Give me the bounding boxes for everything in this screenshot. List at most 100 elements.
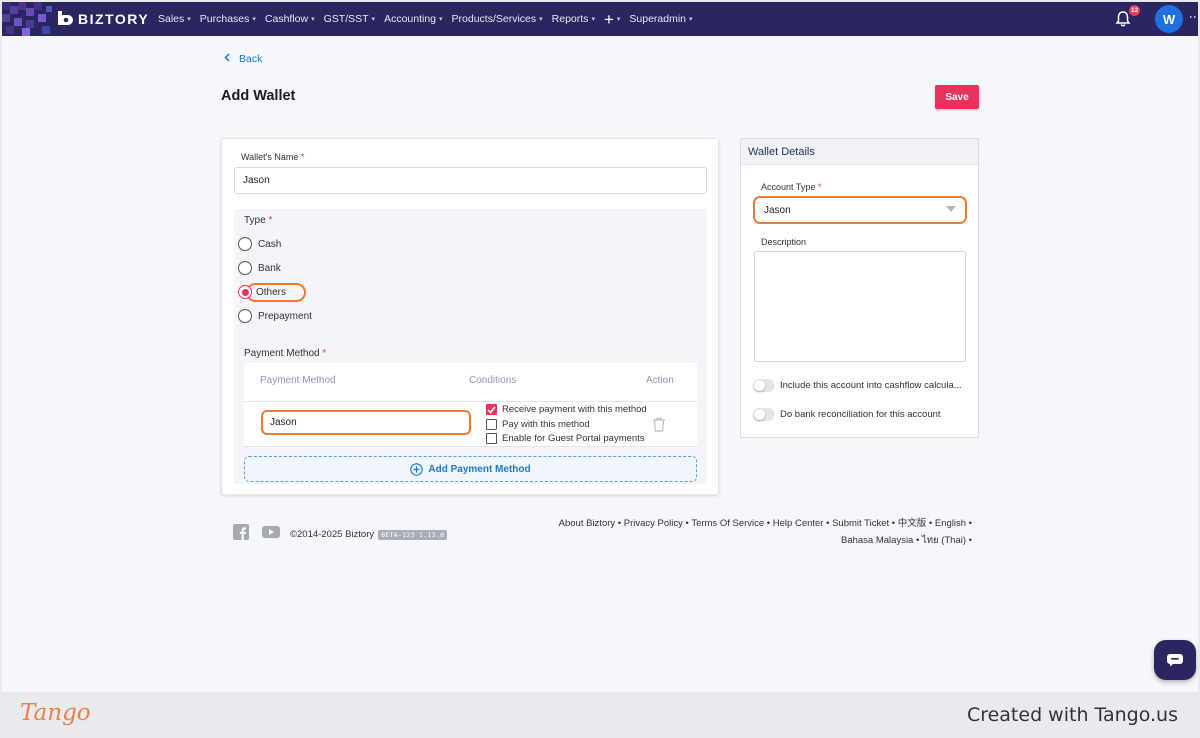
- toggle-row-bank-reconciliation[interactable]: Do bank reconciliation for this account: [753, 408, 941, 421]
- nav-quick-add[interactable]: + ▾: [604, 11, 620, 28]
- payment-method-table: Payment Method Conditions Action Jason R…: [244, 363, 697, 447]
- checkbox-receive-payment-checked[interactable]: [486, 404, 497, 415]
- more-vertical-icon[interactable]: ⋮: [1188, 11, 1198, 22]
- footer-link-malay[interactable]: Bahasa Malaysia: [841, 535, 913, 546]
- nav-purchases[interactable]: Purchases ▾: [200, 13, 256, 25]
- required-mark: *: [300, 152, 305, 162]
- back-label: Back: [239, 53, 263, 65]
- wallet-details-title: Wallet Details: [741, 139, 978, 165]
- column-header-payment-method: Payment Method: [260, 375, 336, 386]
- chevron-down-icon: ▾: [689, 16, 693, 23]
- required-mark: *: [322, 348, 327, 359]
- wallet-name-input[interactable]: Jason: [234, 167, 707, 194]
- tango-credit: Created with Tango.us: [966, 704, 1178, 726]
- type-option-label: Others: [256, 286, 287, 298]
- radio-bank[interactable]: [238, 261, 252, 275]
- checkbox-pay-with-method[interactable]: [486, 419, 497, 430]
- type-option-cash[interactable]: Cash: [238, 237, 281, 251]
- add-payment-method-button[interactable]: Add Payment Method: [244, 456, 697, 482]
- condition-receive-payment[interactable]: Receive payment with this method: [486, 404, 647, 415]
- required-mark: *: [817, 182, 822, 192]
- facebook-icon[interactable]: [233, 524, 249, 540]
- footer-link-about[interactable]: About Biztory: [559, 518, 616, 529]
- top-navbar: BIZTORY Sales ▾ Purchases ▾ Cashflow ▾ GST/…: [2, 2, 1198, 36]
- chevron-down-icon: ▾: [591, 16, 595, 23]
- table-divider: [244, 446, 697, 447]
- chevron-down-icon: ▾: [187, 16, 191, 23]
- user-avatar[interactable]: W: [1155, 5, 1183, 33]
- dropdown-caret-icon: [946, 206, 956, 212]
- chevron-down-icon: ▾: [252, 16, 256, 23]
- chevron-down-icon: ▾: [539, 16, 543, 23]
- copyright: ©2014-2025 Biztory BETA-123 1.13.0: [290, 529, 448, 540]
- youtube-icon[interactable]: [262, 524, 280, 540]
- nav-reports[interactable]: Reports ▾: [552, 13, 595, 25]
- account-type-label: Account Type *: [761, 182, 822, 192]
- type-option-label: Cash: [258, 238, 282, 250]
- toggle-row-cashflow[interactable]: Include this account into cashflow calcu…: [753, 379, 962, 392]
- nav-gst-sst[interactable]: GST/SST ▾: [324, 13, 375, 25]
- nav-products-services[interactable]: Products/Services ▾: [452, 13, 543, 25]
- chevron-down-icon: ▾: [371, 16, 376, 23]
- description-label: Description: [761, 237, 807, 247]
- type-option-prepayment[interactable]: Prepayment: [238, 309, 312, 323]
- type-option-label: Bank: [258, 262, 281, 274]
- type-section: Type * Cash Bank Others Prepayment Payme…: [234, 209, 707, 484]
- payment-method-input[interactable]: Jason: [261, 410, 471, 435]
- nav-cashflow[interactable]: Cashflow ▾: [265, 13, 315, 25]
- version-badge: BETA-123 1.13.0: [378, 529, 448, 540]
- toggle-label: Do bank reconciliation for this account: [780, 409, 941, 420]
- trash-icon[interactable]: [652, 417, 666, 432]
- chat-support-button[interactable]: [1154, 640, 1196, 680]
- nav-sales[interactable]: Sales ▾: [158, 13, 191, 25]
- footer-links: About Biztory • Privacy Policy • Terms O…: [558, 518, 972, 546]
- chevron-down-icon: ▾: [616, 16, 621, 23]
- plus-icon: +: [603, 9, 614, 29]
- type-option-bank[interactable]: Bank: [238, 261, 281, 275]
- condition-label: Receive payment with this method: [502, 404, 647, 415]
- nav-accounting[interactable]: Accounting ▾: [384, 13, 442, 25]
- required-mark: *: [268, 215, 273, 226]
- tango-watermark-bar: Tango Created with Tango.us: [0, 692, 1200, 738]
- wallet-details-card: Wallet Details Account Type * Jason Desc…: [740, 138, 979, 438]
- chevron-down-icon: ▾: [439, 16, 443, 23]
- radio-prepayment[interactable]: [238, 309, 252, 323]
- wallet-name-label: Wallet's Name *: [241, 152, 305, 162]
- radio-others-selected[interactable]: [238, 285, 252, 299]
- footer-link-privacy[interactable]: Privacy Policy: [624, 518, 683, 529]
- type-label: Type *: [244, 215, 273, 226]
- bank-reconciliation-toggle[interactable]: [753, 408, 775, 421]
- back-link[interactable]: Back: [224, 53, 262, 65]
- chat-bubble-icon: [1167, 654, 1183, 667]
- account-type-value: Jason: [764, 204, 791, 216]
- footer-link-thai[interactable]: ไทย (Thai): [922, 535, 966, 546]
- condition-label: Enable for Guest Portal payments: [502, 433, 645, 444]
- brand-logo[interactable]: BIZTORY: [54, 9, 149, 29]
- column-header-action: Action: [646, 375, 674, 386]
- description-textarea[interactable]: [754, 251, 966, 362]
- add-payment-method-label: Add Payment Method: [428, 463, 531, 475]
- chevron-down-icon: ▾: [311, 16, 315, 23]
- app-window: BIZTORY Sales ▾ Purchases ▾ Cashflow ▾ GST/…: [2, 2, 1198, 692]
- notification-count-badge: 12: [1129, 5, 1141, 16]
- chevron-left-icon: [224, 53, 230, 65]
- footer-link-chinese[interactable]: 中文版: [898, 518, 927, 529]
- cashflow-toggle[interactable]: [753, 379, 775, 392]
- footer-link-help[interactable]: Help Center: [773, 518, 824, 529]
- add-circle-icon: [410, 462, 424, 476]
- condition-pay-with-method[interactable]: Pay with this method: [486, 419, 590, 430]
- footer-link-terms[interactable]: Terms Of Service: [691, 518, 764, 529]
- account-type-select[interactable]: Jason: [753, 196, 967, 224]
- footer-link-ticket[interactable]: Submit Ticket: [832, 518, 889, 529]
- wallet-form-card: Wallet's Name * Jason Type * Cash Bank O…: [221, 138, 719, 495]
- checkbox-guest-portal[interactable]: [486, 433, 497, 444]
- condition-guest-portal[interactable]: Enable for Guest Portal payments: [486, 433, 645, 444]
- type-option-others[interactable]: Others: [238, 285, 286, 299]
- biztory-logo-icon: [58, 11, 73, 25]
- type-option-label: Prepayment: [258, 310, 312, 322]
- radio-cash[interactable]: [238, 237, 252, 251]
- nav-superadmin[interactable]: Superadmin ▾: [629, 13, 692, 25]
- save-button[interactable]: Save: [935, 85, 979, 109]
- tango-logo: Tango: [20, 700, 91, 726]
- footer-link-english[interactable]: English: [935, 518, 966, 529]
